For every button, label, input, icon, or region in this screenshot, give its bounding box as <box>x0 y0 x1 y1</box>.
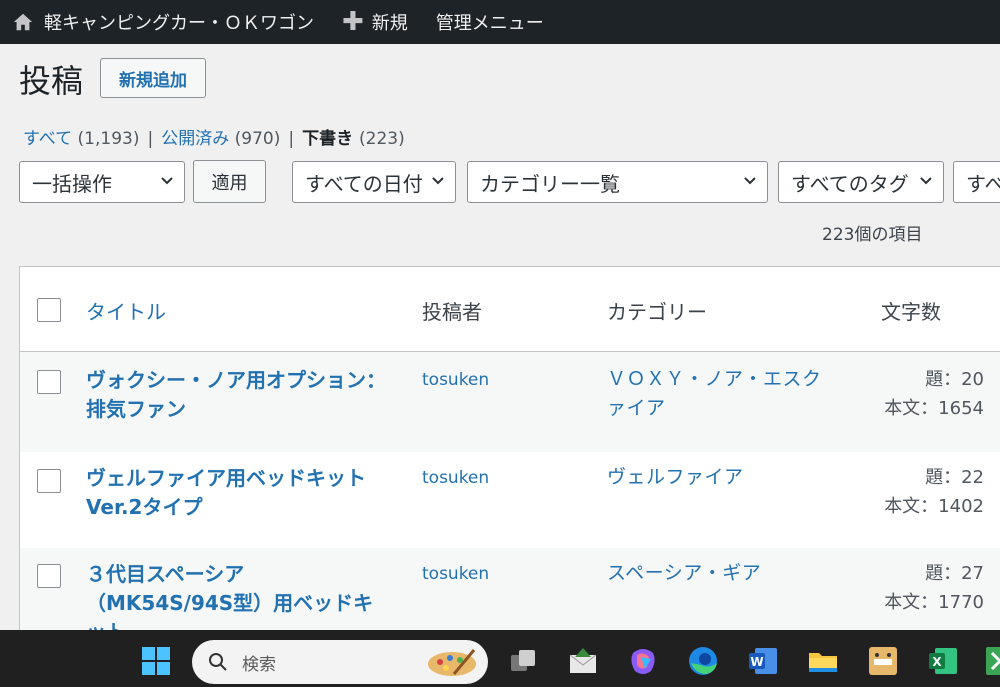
admin-menu-toggle[interactable]: 管理メニュー <box>436 0 544 44</box>
view-published-link[interactable]: 公開済み (970) <box>161 129 280 149</box>
post-author-link[interactable]: tosuken <box>422 366 489 395</box>
posts-table: タイトル 投稿者 カテゴリー 文字数 ヴォクシー・ノア用オプション：排気ファン … <box>19 266 1000 636</box>
table-row: ヴォクシー・ノア用オプション：排気ファン tosuken ＶＯＸＹ・ノア・エスク… <box>20 352 1000 452</box>
item-count: 223個の項目 <box>822 225 923 245</box>
post-category-link[interactable]: ＶＯＸＹ・ノア・エスクァイア <box>607 365 837 423</box>
column-title-header[interactable]: タイトル <box>86 296 166 325</box>
date-filter-select[interactable]: すべての日付 <box>292 161 456 203</box>
post-author-link[interactable]: tosuken <box>422 560 489 589</box>
category-filter-select[interactable]: カテゴリー一覧 <box>467 161 768 203</box>
row-checkbox[interactable] <box>37 370 61 394</box>
bulk-action-select[interactable]: 一括操作 <box>19 161 185 203</box>
word-count-body: 本文：1770 <box>884 592 984 613</box>
site-name: 軽キャンピングカー・ＯＫワゴン <box>44 13 314 34</box>
new-label: 新規 <box>371 13 408 34</box>
overflow-app-icon[interactable] <box>984 645 1000 677</box>
admin-bar: 軽キャンピングカー・ＯＫワゴン ✚ 新規 管理メニュー <box>0 0 1000 44</box>
svg-text:X: X <box>932 655 942 669</box>
new-content-menu[interactable]: ✚ 新規 <box>342 0 408 44</box>
select-all-checkbox[interactable] <box>37 298 61 322</box>
search-placeholder: 検索 <box>242 654 276 675</box>
apply-button[interactable]: 適用 <box>193 160 266 203</box>
svg-text:W: W <box>750 655 763 669</box>
search-icon <box>209 653 227 671</box>
table-row: ヴェルファイア用ベッドキット Ver.2タイプ tosuken ヴェルファイア … <box>20 452 1000 548</box>
windows-start-icon[interactable] <box>140 645 172 677</box>
row-checkbox[interactable] <box>37 564 61 588</box>
view-drafts-current[interactable]: 下書き (223) <box>302 129 405 149</box>
word-count-title: 題：22 <box>925 467 984 488</box>
mail-app-icon[interactable] <box>567 645 599 677</box>
table-header: タイトル 投稿者 カテゴリー 文字数 <box>20 267 1000 352</box>
site-name-link[interactable]: 軽キャンピングカー・ＯＫワゴン <box>0 0 314 44</box>
word-count-body: 本文：1654 <box>884 398 984 419</box>
word-count-title: 題：20 <box>925 369 984 390</box>
chevron-down-icon <box>432 177 444 185</box>
more-filter-select[interactable]: すべ <box>953 161 1000 203</box>
column-category-header: カテゴリー <box>607 300 707 324</box>
post-title-link[interactable]: ヴェルファイア用ベッドキット Ver.2タイプ <box>86 464 386 522</box>
chevron-down-icon <box>161 177 173 185</box>
post-title-link[interactable]: ３代目スペーシア（MK54S/94S型）用ベッドキット <box>86 560 386 635</box>
column-author-header: 投稿者 <box>422 300 482 324</box>
chevron-down-icon <box>744 177 756 185</box>
page-title: 投稿 <box>19 62 84 100</box>
copilot-icon[interactable] <box>627 645 659 677</box>
file-explorer-icon[interactable] <box>807 645 839 677</box>
excel-icon[interactable]: X <box>927 645 959 677</box>
palette-highlight-icon <box>428 649 476 676</box>
taskbar-search-box[interactable]: 検索 <box>192 640 488 684</box>
post-status-filter: すべて (1,193) | 公開済み (970) | 下書き (223) <box>23 129 405 149</box>
edge-icon[interactable] <box>687 645 719 677</box>
row-checkbox[interactable] <box>37 469 61 493</box>
plus-icon: ✚ <box>342 7 364 37</box>
add-new-button[interactable]: 新規追加 <box>100 58 206 98</box>
word-icon[interactable]: W <box>747 645 779 677</box>
table-row: ３代目スペーシア（MK54S/94S型）用ベッドキット tosuken スペーシ… <box>20 548 1000 635</box>
post-category-link[interactable]: スペーシア・ギア <box>607 559 837 588</box>
post-category-link[interactable]: ヴェルファイア <box>607 463 837 492</box>
word-count-body: 本文：1402 <box>884 496 984 517</box>
home-icon <box>13 13 33 31</box>
post-title-link[interactable]: ヴォクシー・ノア用オプション：排気ファン <box>86 366 386 424</box>
chevron-down-icon <box>920 177 932 185</box>
emoji-app-icon[interactable] <box>867 645 899 677</box>
tag-filter-select[interactable]: すべてのタグ <box>778 161 944 203</box>
task-view-icon[interactable] <box>507 645 539 677</box>
word-count-title: 題：27 <box>925 563 984 584</box>
column-wordcount-header: 文字数 <box>881 300 941 324</box>
post-author-link[interactable]: tosuken <box>422 464 489 493</box>
view-all-link[interactable]: すべて (1,193) <box>23 129 139 149</box>
admin-menu-label: 管理メニュー <box>435 13 544 34</box>
